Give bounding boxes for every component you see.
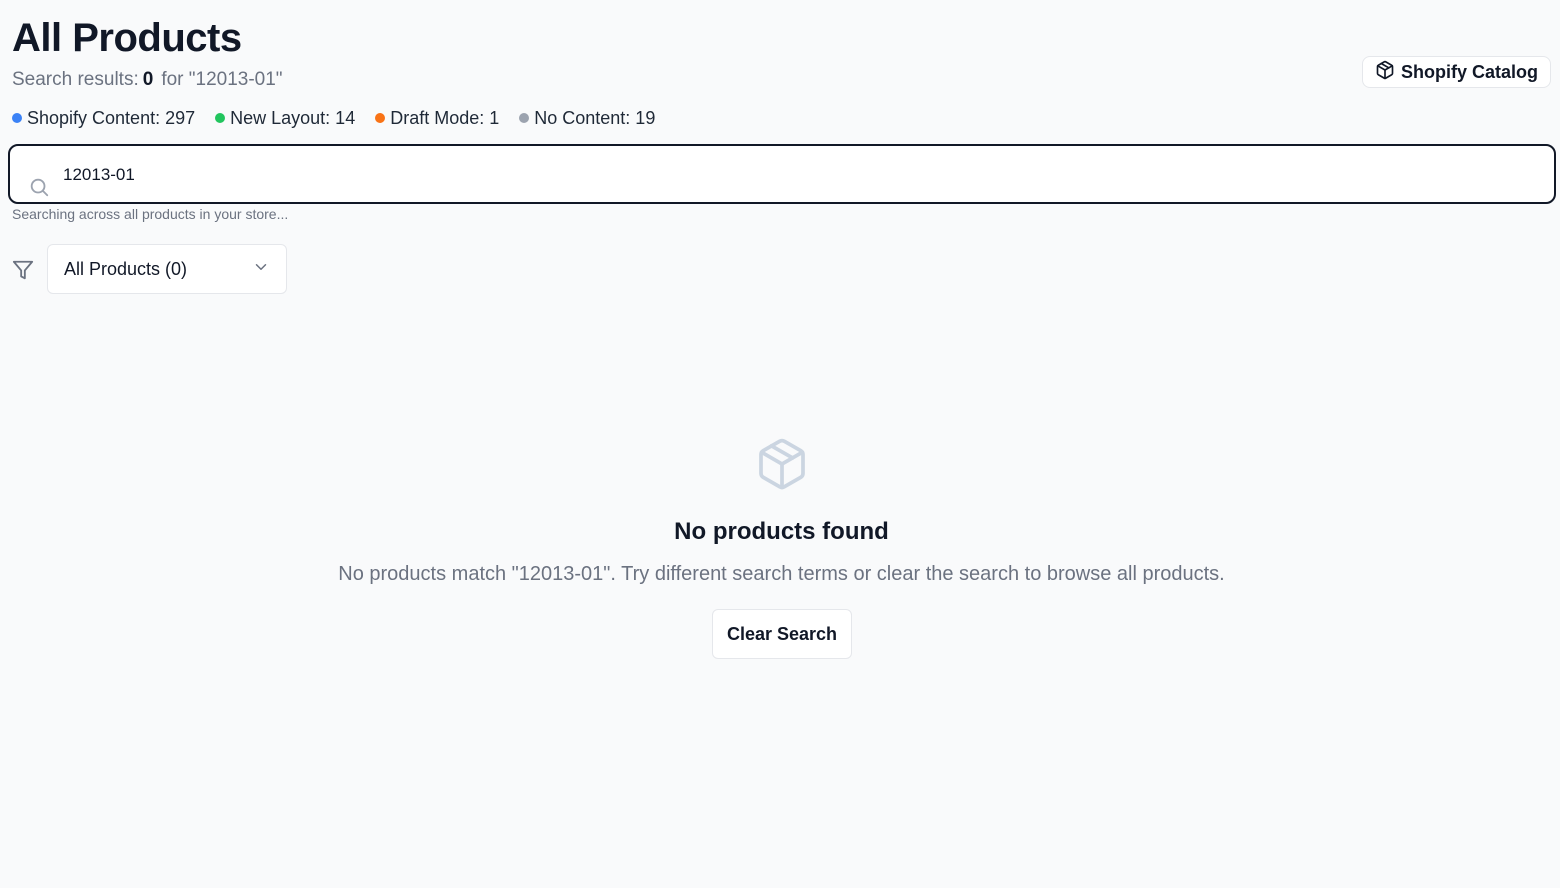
page-title: All Products (12, 16, 242, 60)
stat-no-content: No Content: 19 (519, 106, 655, 130)
clear-search-button[interactable]: Clear Search (712, 609, 852, 659)
filter-selected-value: All Products (0) (64, 258, 188, 279)
stat-label: No Content: 19 (534, 108, 656, 128)
content-stats: Shopify Content: 297 New Layout: 14 Draf… (12, 106, 655, 130)
results-query: for "12013-01" (161, 69, 283, 90)
shopify-catalog-label: Shopify Catalog (1400, 61, 1538, 82)
stat-label: Shopify Content: 297 (27, 108, 196, 128)
empty-state-description: No products match "12013-01". Try differ… (338, 563, 1225, 585)
search-helper-text: Searching across all products in your st… (12, 206, 289, 222)
results-prefix: Search results: (12, 69, 139, 90)
results-count: 0 (142, 69, 154, 90)
stat-label: Draft Mode: 1 (390, 108, 500, 128)
shopify-catalog-button[interactable]: Shopify Catalog (1361, 56, 1551, 88)
product-filter-select[interactable]: All Products (0) (47, 244, 287, 294)
package-icon (754, 434, 810, 494)
status-dot (215, 113, 226, 123)
stat-draft-mode: Draft Mode: 1 (375, 106, 499, 130)
stat-label: New Layout: 14 (230, 108, 356, 128)
package-icon (1375, 60, 1395, 85)
status-dot (12, 113, 22, 123)
search-results-summary: Search results: 0 for "12013-01" (12, 68, 283, 92)
search-box[interactable] (8, 144, 1556, 204)
empty-state-title: No products found (674, 518, 889, 545)
status-dot (519, 113, 530, 123)
search-input[interactable] (63, 160, 1463, 190)
stat-shopify-content: Shopify Content: 297 (12, 106, 195, 130)
stat-new-layout: New Layout: 14 (215, 106, 355, 130)
chevron-down-icon (252, 258, 270, 281)
status-dot (375, 113, 386, 123)
search-icon (28, 176, 50, 198)
filter-icon (12, 259, 34, 281)
